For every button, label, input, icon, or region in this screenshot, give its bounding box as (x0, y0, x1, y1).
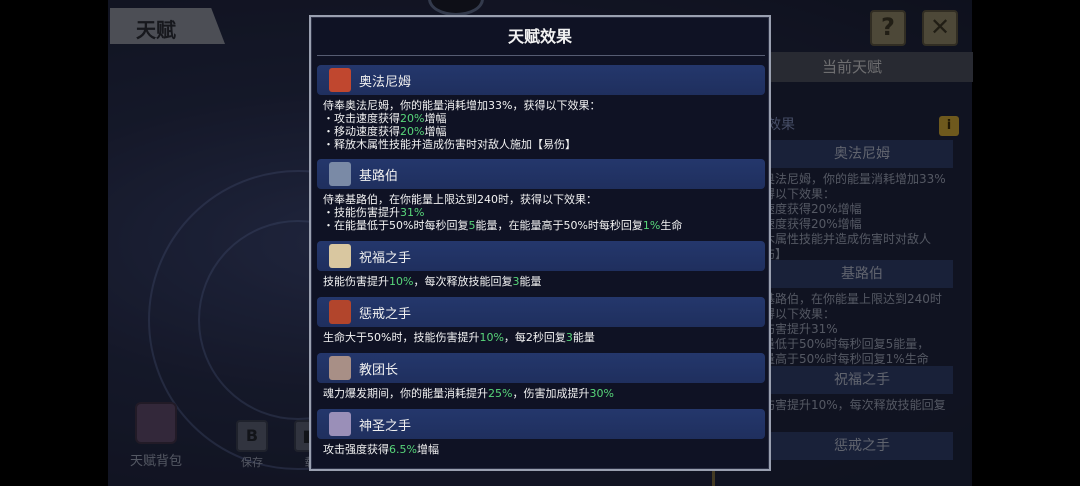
talent-entry: 基路伯侍奉基路伯，在你能量上限达到240时，获得以下效果： ・技能伤害提升31% ・… (317, 159, 765, 232)
talent-description: 侍奉奥法尼姆，你的能量消耗增加33%，获得以下效果： ・攻击速度获得20%增幅 ・移… (317, 95, 765, 151)
highlight-value: 31% (400, 206, 425, 219)
description-line: 侍奉奥法尼姆，你的能量消耗增加33%，获得以下效果： (323, 99, 765, 112)
description-text: 增幅 (424, 125, 447, 138)
description-text: 能量 (572, 331, 595, 344)
talent-entry: 教团长魂力爆发期间，你的能量消耗提升25%，伤害加成提升30% (317, 353, 765, 400)
description-line: 技能伤害提升10%，每次释放技能回复3能量 (323, 275, 765, 288)
talent-name: 惩戒之手 (359, 307, 412, 322)
description-text: 生命 (660, 219, 683, 232)
description-text: ・攻击速度获得 (323, 112, 400, 125)
description-text: 技能伤害提升 (323, 275, 389, 288)
description-text: 增幅 (416, 443, 439, 456)
talent-entry-header: 教团长 (317, 353, 765, 383)
talent-name: 奥法尼姆 (359, 75, 412, 90)
talent-name: 神圣之手 (359, 419, 412, 434)
talent-description: 生命大于50%时，技能伤害提升10%，每2秒回复3能量 (317, 327, 765, 344)
description-text: ，每2秒回复 (503, 331, 566, 344)
talent-entry: 祝福之手技能伤害提升10%，每次释放技能回复3能量 (317, 241, 765, 288)
highlight-value: 20% (400, 112, 425, 125)
description-text: 生命大于50%时，技能伤害提升 (323, 331, 480, 344)
highlight-value: 20% (400, 125, 425, 138)
description-text: ，每次释放技能回复 (413, 275, 513, 288)
highlight-value: 10% (389, 275, 414, 288)
description-text: 增幅 (424, 112, 447, 125)
description-text: ・在能量低于50%时每秒回复 (323, 219, 469, 232)
talent-entry-header: 祝福之手 (317, 241, 765, 271)
talent-portrait-icon (329, 162, 351, 186)
talent-name: 教团长 (359, 363, 399, 378)
talent-description: 攻击强度获得6.5%增幅 (317, 439, 765, 456)
description-text: 攻击强度获得 (323, 443, 389, 456)
description-text: ，伤害加成提升 (512, 387, 590, 400)
description-line: 生命大于50%时，技能伤害提升10%，每2秒回复3能量 (323, 331, 765, 344)
talent-portrait-icon (329, 412, 351, 436)
talent-portrait-icon (329, 68, 351, 92)
talent-entry: 神圣之手攻击强度获得6.5%增幅 (317, 409, 765, 456)
description-line: ・释放木属性技能并造成伤害时对敌人施加【易伤】 (323, 138, 765, 151)
highlight-value: 25% (488, 387, 513, 400)
talent-portrait-icon (329, 300, 351, 324)
description-text: 能量，在能量高于50%时每秒回复 (475, 219, 643, 232)
description-text: ・释放木属性技能并造成伤害时对敌人施加【易伤】 (323, 138, 576, 151)
description-text: 魂力爆发期间，你的能量消耗提升 (323, 387, 488, 400)
talent-effect-modal: 天赋效果 奥法尼姆侍奉奥法尼姆，你的能量消耗增加33%，获得以下效果： ・攻击速度… (309, 15, 771, 471)
description-line: 魂力爆发期间，你的能量消耗提升25%，伤害加成提升30% (323, 387, 765, 400)
description-line: 攻击强度获得6.5%增幅 (323, 443, 765, 456)
talent-description: 侍奉基路伯，在你能量上限达到240时，获得以下效果： ・技能伤害提升31% ・在能量… (317, 189, 765, 232)
description-text: ・技能伤害提升 (323, 206, 400, 219)
talent-description: 魂力爆发期间，你的能量消耗提升25%，伤害加成提升30% (317, 383, 765, 400)
description-text: 能量 (519, 275, 542, 288)
description-line: ・攻击速度获得20%增幅 (323, 112, 765, 125)
talent-entry: 奥法尼姆侍奉奥法尼姆，你的能量消耗增加33%，获得以下效果： ・攻击速度获得20%… (317, 65, 765, 151)
talent-portrait-icon (329, 244, 351, 268)
description-text: ・移动速度获得 (323, 125, 400, 138)
talent-portrait-icon (329, 356, 351, 380)
highlight-value: 6.5% (389, 443, 417, 456)
description-text: 侍奉基路伯，在你能量上限达到240时，获得以下效果： (323, 193, 597, 206)
highlight-value: 30% (589, 387, 614, 400)
modal-title: 天赋效果 (507, 27, 572, 46)
description-text: 侍奉奥法尼姆，你的能量消耗增加33%，获得以下效果： (323, 99, 601, 112)
talent-name: 祝福之手 (359, 251, 412, 266)
description-line: ・移动速度获得20%增幅 (323, 125, 765, 138)
description-line: ・在能量低于50%时每秒回复5能量，在能量高于50%时每秒回复1%生命 (323, 219, 765, 232)
talent-entry: 惩戒之手生命大于50%时，技能伤害提升10%，每2秒回复3能量 (317, 297, 765, 344)
talent-entry-header: 神圣之手 (317, 409, 765, 439)
description-line: 侍奉基路伯，在你能量上限达到240时，获得以下效果： (323, 193, 765, 206)
highlight-value: 3 (565, 331, 573, 344)
talent-entry-header: 基路伯 (317, 159, 765, 189)
talent-entry-header: 惩戒之手 (317, 297, 765, 327)
divider (317, 55, 765, 56)
talent-entry-header: 奥法尼姆 (317, 65, 765, 95)
description-line: ・技能伤害提升31% (323, 206, 765, 219)
highlight-value: 10% (479, 331, 504, 344)
talent-description: 技能伤害提升10%，每次释放技能回复3能量 (317, 271, 765, 288)
highlight-value: 1% (642, 219, 661, 232)
talent-name: 基路伯 (359, 169, 399, 184)
